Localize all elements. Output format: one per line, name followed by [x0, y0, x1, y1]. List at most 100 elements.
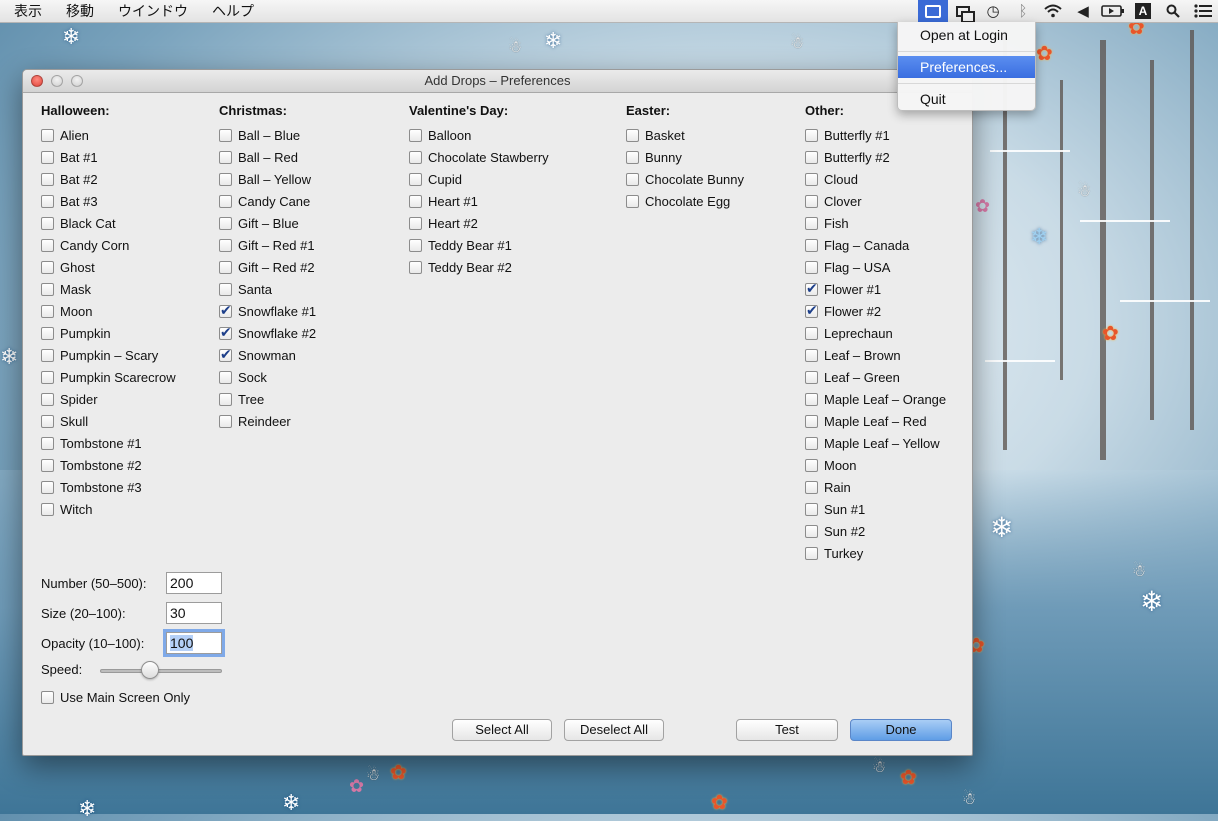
option-row[interactable]: Black Cat	[41, 212, 176, 234]
option-row[interactable]: Leaf – Brown	[805, 344, 946, 366]
option-checkbox[interactable]	[805, 194, 818, 208]
option-checkbox[interactable]	[626, 172, 639, 186]
option-row[interactable]: Spider	[41, 388, 176, 410]
option-checkbox[interactable]	[805, 128, 818, 142]
add-drops-icon[interactable]	[918, 0, 948, 22]
menu-go[interactable]: 移動	[54, 0, 106, 22]
option-checkbox[interactable]	[41, 414, 54, 428]
option-checkbox[interactable]	[409, 172, 422, 186]
title-bar[interactable]: Add Drops – Preferences	[23, 70, 972, 93]
speed-slider-knob[interactable]	[141, 661, 160, 679]
option-checkbox[interactable]	[805, 150, 818, 164]
option-row[interactable]: Alien	[41, 124, 176, 146]
option-checkbox[interactable]	[805, 414, 818, 428]
option-checkbox[interactable]	[219, 282, 232, 296]
option-row[interactable]: Teddy Bear #1	[409, 234, 549, 256]
option-checkbox[interactable]	[41, 502, 54, 516]
option-checkbox[interactable]	[805, 392, 818, 406]
option-row[interactable]: Sock	[219, 366, 316, 388]
option-row[interactable]: Moon	[41, 300, 176, 322]
number-input[interactable]: 200	[166, 572, 222, 594]
option-row[interactable]: Snowflake #1	[219, 300, 316, 322]
menu-item-preferences[interactable]: Preferences...	[898, 56, 1035, 78]
option-checkbox[interactable]	[626, 150, 639, 164]
option-checkbox[interactable]	[41, 480, 54, 494]
option-checkbox[interactable]	[805, 216, 818, 230]
option-checkbox[interactable]	[41, 260, 54, 274]
option-row[interactable]: Ball – Blue	[219, 124, 316, 146]
option-row[interactable]: Candy Cane	[219, 190, 316, 212]
option-checkbox[interactable]	[219, 302, 232, 319]
menu-item-quit[interactable]: Quit	[898, 88, 1035, 110]
option-row[interactable]: Sun #2	[805, 520, 946, 542]
option-row[interactable]: Bunny	[626, 146, 744, 168]
minimize-button[interactable]	[51, 75, 63, 87]
option-row[interactable]: Sun #1	[805, 498, 946, 520]
option-row[interactable]: Maple Leaf – Red	[805, 410, 946, 432]
option-checkbox[interactable]	[805, 480, 818, 494]
menu-view[interactable]: 表示	[0, 0, 54, 22]
option-row[interactable]: Ghost	[41, 256, 176, 278]
option-checkbox[interactable]	[409, 260, 422, 274]
option-row[interactable]: Witch	[41, 498, 176, 520]
option-checkbox[interactable]	[805, 260, 818, 274]
option-row[interactable]: Maple Leaf – Orange	[805, 388, 946, 410]
option-checkbox[interactable]	[805, 280, 818, 297]
option-checkbox[interactable]	[219, 260, 232, 274]
option-row[interactable]: Skull	[41, 410, 176, 432]
option-checkbox[interactable]	[219, 392, 232, 406]
option-checkbox[interactable]	[805, 302, 818, 319]
option-row[interactable]: Reindeer	[219, 410, 316, 432]
option-checkbox[interactable]	[219, 370, 232, 384]
option-row[interactable]: Chocolate Egg	[626, 190, 744, 212]
option-row[interactable]: Snowflake #2	[219, 322, 316, 344]
bluetooth-icon[interactable]: ᛒ	[1008, 0, 1038, 22]
option-row[interactable]: Clover	[805, 190, 946, 212]
option-row[interactable]: Bat #3	[41, 190, 176, 212]
option-checkbox[interactable]	[219, 194, 232, 208]
option-row[interactable]: Flag – Canada	[805, 234, 946, 256]
done-button[interactable]: Done	[850, 719, 952, 741]
option-row[interactable]: Cloud	[805, 168, 946, 190]
option-checkbox[interactable]	[41, 370, 54, 384]
option-row[interactable]: Rain	[805, 476, 946, 498]
option-checkbox[interactable]	[41, 150, 54, 164]
option-checkbox[interactable]	[41, 128, 54, 142]
spotlight-icon[interactable]	[1158, 0, 1188, 22]
option-row[interactable]: Tombstone #2	[41, 454, 176, 476]
input-method-icon[interactable]: A	[1128, 0, 1158, 22]
option-row[interactable]: Butterfly #1	[805, 124, 946, 146]
option-checkbox[interactable]	[219, 238, 232, 252]
option-row[interactable]: Cupid	[409, 168, 549, 190]
menu-item-open-at-login[interactable]: Open at Login	[898, 24, 1035, 46]
option-checkbox[interactable]	[409, 238, 422, 252]
size-input[interactable]: 30	[166, 602, 222, 624]
option-row[interactable]: Basket	[626, 124, 744, 146]
option-checkbox[interactable]	[805, 502, 818, 516]
option-row[interactable]: Balloon	[409, 124, 549, 146]
option-row[interactable]: Maple Leaf – Yellow	[805, 432, 946, 454]
option-checkbox[interactable]	[41, 436, 54, 450]
option-row[interactable]: Leprechaun	[805, 322, 946, 344]
option-checkbox[interactable]	[41, 326, 54, 340]
option-checkbox[interactable]	[219, 150, 232, 164]
option-row[interactable]: Bat #2	[41, 168, 176, 190]
option-checkbox[interactable]	[41, 194, 54, 208]
option-checkbox[interactable]	[41, 238, 54, 252]
option-row[interactable]: Santa	[219, 278, 316, 300]
option-checkbox[interactable]	[41, 172, 54, 186]
menu-window[interactable]: ウインドウ	[106, 0, 200, 22]
option-row[interactable]: Candy Corn	[41, 234, 176, 256]
option-checkbox[interactable]	[219, 172, 232, 186]
option-row[interactable]: Gift – Blue	[219, 212, 316, 234]
option-row[interactable]: Tombstone #1	[41, 432, 176, 454]
option-checkbox[interactable]	[626, 194, 639, 208]
option-row[interactable]: Chocolate Stawberry	[409, 146, 549, 168]
option-checkbox[interactable]	[41, 458, 54, 472]
option-row[interactable]: Leaf – Green	[805, 366, 946, 388]
option-row[interactable]: Turkey	[805, 542, 946, 564]
main-screen-checkbox[interactable]	[41, 691, 54, 704]
option-row[interactable]: Pumpkin	[41, 322, 176, 344]
zoom-button[interactable]	[71, 75, 83, 87]
option-checkbox[interactable]	[41, 216, 54, 230]
